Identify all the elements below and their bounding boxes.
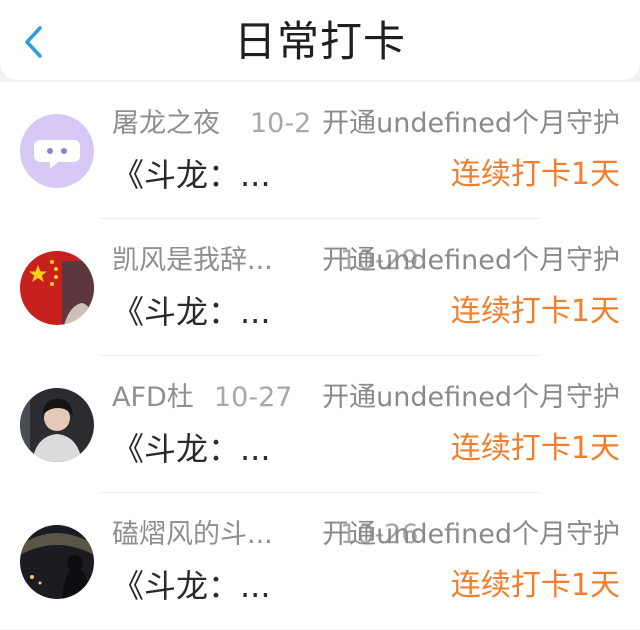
post-title[interactable]: 《斗龙：... (112, 154, 271, 196)
checkin-date: 10-27 (214, 382, 293, 413)
streak-count: 连续打卡1天 (450, 157, 620, 192)
checkin-list: 屠龙之夜 10-2 开通undefined个月守护 《斗龙：... 连续打卡1天… (0, 82, 640, 629)
avatar[interactable] (20, 388, 94, 462)
streak-count: 连续打卡1天 (450, 568, 620, 603)
list-item[interactable]: 磕熠风的斗... 10-26 开通undefined个月守护 《斗龙：... 连… (0, 493, 640, 630)
list-item[interactable]: 屠龙之夜 10-2 开通undefined个月守护 《斗龙：... 连续打卡1天 (0, 82, 640, 219)
red-flag-avatar-icon (20, 251, 94, 325)
portrait-photo-avatar-icon (20, 388, 94, 462)
avatar[interactable] (20, 114, 94, 188)
list-item[interactable]: AFD杜 10-27 开通undefined个月守护 《斗龙：... 连续打卡1… (0, 356, 640, 493)
username: 磕熠风的斗... (112, 519, 273, 550)
post-title[interactable]: 《斗龙：... (112, 428, 271, 470)
guard-status: 开通undefined个月守护 (322, 382, 620, 413)
avatar[interactable] (20, 251, 94, 325)
page-title: 日常打卡 (233, 17, 406, 66)
post-title[interactable]: 《斗龙：... (112, 291, 271, 333)
guard-status: 开通undefined个月守护 (322, 108, 620, 139)
username: 凯风是我辞... (112, 245, 273, 276)
avatar[interactable] (20, 525, 94, 599)
checkin-date: 10-2 (250, 108, 312, 139)
post-title[interactable]: 《斗龙：... (112, 565, 271, 607)
streak-count: 连续打卡1天 (450, 431, 620, 466)
streak-count: 连续打卡1天 (450, 294, 620, 329)
guard-status: 开通undefined个月守护 (322, 245, 620, 276)
header-bar: 日常打卡 (0, 0, 640, 80)
night-scene-avatar-icon (20, 525, 94, 599)
purple-chat-bubble-avatar-icon (20, 114, 94, 188)
guard-status: 开通undefined个月守护 (322, 519, 620, 550)
list-item[interactable]: 凯风是我辞... 10-29 开通undefined个月守护 《斗龙：... 连… (0, 219, 640, 356)
